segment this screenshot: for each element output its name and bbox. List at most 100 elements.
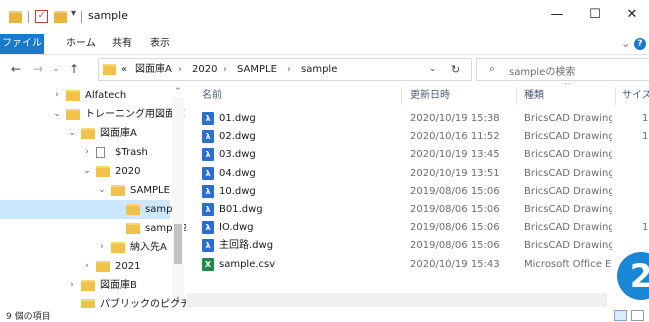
- expand-ribbon-icon[interactable]: ⌄: [621, 37, 630, 50]
- tree-item[interactable]: › 図面庫B: [0, 276, 170, 295]
- breadcrumb-item[interactable]: 2020: [192, 59, 217, 80]
- chevron-right-icon[interactable]: ›: [82, 257, 92, 276]
- details-view-icon[interactable]: [614, 310, 627, 321]
- excel-csv-icon: X: [202, 257, 214, 271]
- file-name: B01.dwg: [219, 204, 263, 215]
- search-icon: ⌕: [489, 62, 496, 75]
- tree-item-label: $Trash: [115, 147, 148, 158]
- tab-share[interactable]: 共有: [112, 34, 132, 54]
- file-row[interactable]: λ B01.dwg 2019/08/06 15:06 BricsCAD Drawing…: [187, 201, 649, 219]
- file-size: 1: [642, 222, 649, 234]
- folder-icon: [81, 128, 95, 139]
- large-icons-view-icon[interactable]: [631, 310, 644, 321]
- tab-view[interactable]: 表示: [150, 34, 170, 54]
- file-size: [642, 165, 649, 183]
- file-modified: 2019/08/06 15:06: [410, 185, 500, 197]
- help-icon[interactable]: ?: [634, 38, 646, 50]
- file-name: IO.dwg: [219, 222, 254, 234]
- file-row[interactable]: λ 02.dwg 2020/10/16 11:52 BricsCAD Drawing.…: [187, 128, 649, 146]
- close-button[interactable]: ✕: [613, 0, 649, 30]
- refresh-icon[interactable]: ↻: [451, 59, 460, 80]
- status-bar: 9 個の項目: [0, 308, 649, 322]
- breadcrumb-separator[interactable]: ›: [178, 59, 182, 80]
- chevron-right-icon[interactable]: ›: [82, 143, 92, 162]
- column-divider[interactable]: [516, 87, 517, 105]
- breadcrumb-separator[interactable]: ›: [223, 59, 227, 80]
- up-arrow-icon[interactable]: ↑: [66, 55, 82, 83]
- nav-scrollbar-thumb[interactable]: [174, 224, 182, 264]
- tree-item[interactable]: › $Trash: [0, 143, 170, 162]
- folder-icon: [126, 204, 140, 215]
- breadcrumb-overflow[interactable]: «: [121, 59, 127, 80]
- scroll-left-icon[interactable]: ‹: [176, 294, 180, 304]
- chevron-down-icon[interactable]: ⌄: [82, 162, 92, 181]
- breadcrumb-item[interactable]: sample: [301, 59, 337, 80]
- breadcrumb-separator[interactable]: ›: [287, 59, 291, 80]
- chevron-down-icon[interactable]: ⌄: [67, 124, 77, 143]
- bricscad-drawing-icon: λ: [202, 166, 214, 180]
- file-row[interactable]: λ 01.dwg 2020/10/19 15:38 BricsCAD Drawing.…: [187, 110, 649, 128]
- ribbon: ファイル ホーム 共有 表示 ⌄ ?: [0, 34, 649, 55]
- minimize-button[interactable]: —: [538, 0, 576, 30]
- column-header-type[interactable]: 種類: [524, 83, 544, 109]
- folder-icon: [103, 64, 116, 75]
- tree-item-label: 納入先A: [130, 242, 167, 253]
- back-arrow-icon[interactable]: ←: [8, 55, 24, 83]
- chevron-right-icon[interactable]: ›: [67, 276, 77, 295]
- breadcrumb-item[interactable]: SAMPLE: [237, 59, 277, 80]
- address-dropdown-icon[interactable]: ⌄: [429, 59, 437, 80]
- file-row[interactable]: Xsample.csv 2020/10/19 15:43 Microsoft Off…: [187, 256, 649, 274]
- breadcrumb-item[interactable]: 図面庫A: [135, 59, 172, 80]
- chevron-down-icon[interactable]: ⌄: [52, 105, 62, 124]
- file-list-hscrollbar[interactable]: [187, 293, 607, 307]
- recent-locations-icon[interactable]: ⌄: [51, 55, 61, 83]
- window-title: sample: [88, 9, 128, 22]
- nav-scrollbar[interactable]: [172, 97, 184, 297]
- file-type: BricsCAD Drawing...: [524, 131, 612, 143]
- chevron-down-icon[interactable]: ⌄: [97, 181, 107, 200]
- chevron-right-icon[interactable]: ›: [52, 86, 62, 105]
- properties-check-icon[interactable]: ✓: [35, 10, 48, 23]
- column-header-modified[interactable]: 更新日時: [410, 83, 450, 109]
- file-modified: 2020/10/19 15:43: [410, 258, 500, 270]
- file-modified: 2019/08/06 15:06: [410, 240, 500, 252]
- tree-item[interactable]: ⌄ SAMPLE: [0, 181, 170, 200]
- tree-item[interactable]: › 2021: [0, 257, 170, 276]
- bricscad-drawing-icon: λ: [202, 203, 214, 216]
- tree-item[interactable]: ⌄ 図面庫A: [0, 124, 170, 143]
- tree-item[interactable]: ⌄ 2020: [0, 162, 170, 181]
- column-header-size[interactable]: サイズ: [622, 83, 649, 109]
- file-row[interactable]: λ 03.dwg 2020/10/19 13:45 BricsCAD Drawing.…: [187, 146, 649, 164]
- tab-home[interactable]: ホーム: [66, 34, 96, 54]
- file-type: BricsCAD Drawing...: [524, 167, 612, 179]
- tree-item[interactable]: › Alfatech: [0, 86, 170, 105]
- folder-icon: [66, 109, 80, 120]
- file-size: [642, 146, 649, 164]
- file-type: BricsCAD Drawing...: [524, 204, 612, 215]
- tree-item[interactable]: ⌄ トレーニング用図面庫: [0, 105, 185, 124]
- maximize-button[interactable]: ☐: [576, 0, 614, 30]
- tab-file[interactable]: ファイル: [0, 34, 44, 54]
- tree-item-label: 2021: [115, 261, 141, 272]
- file-row[interactable]: λ 04.dwg 2020/10/19 13:51 BricsCAD Drawing.…: [187, 165, 649, 183]
- file-row[interactable]: λ IO.dwg 2019/08/06 15:06 BricsCAD Drawing.…: [187, 219, 649, 237]
- new-folder-icon[interactable]: [54, 11, 67, 23]
- scroll-up-icon[interactable]: ⌃: [174, 87, 182, 97]
- file-name: sample.csv: [219, 258, 276, 270]
- forward-arrow-icon[interactable]: →: [30, 55, 46, 83]
- column-divider[interactable]: [615, 87, 616, 105]
- address-bar[interactable]: « 図面庫A › 2020 › SAMPLE › sample ⌄ ↻: [98, 58, 472, 81]
- column-divider[interactable]: [401, 87, 402, 105]
- column-header-name[interactable]: 名前: [202, 83, 222, 109]
- tree-item[interactable]: sample: [0, 200, 181, 219]
- chevron-right-icon[interactable]: ›: [97, 238, 107, 257]
- search-box[interactable]: ⌕ sampleの検索: [476, 58, 649, 81]
- file-row[interactable]: λ 主回路.dwg 2019/08/06 15:06 BricsCAD Drawing…: [187, 237, 649, 255]
- file-type: BricsCAD Drawing...: [524, 222, 612, 234]
- tree-item[interactable]: › 納入先A: [0, 238, 170, 257]
- search-input[interactable]: sampleの検索: [509, 63, 575, 78]
- file-row[interactable]: λ 10.dwg 2019/08/06 15:06 BricsCAD Drawing.…: [187, 183, 649, 201]
- file-modified: 2020/10/19 15:38: [410, 113, 500, 124]
- tree-item[interactable]: sample2: [0, 219, 186, 238]
- quick-access-dropdown-icon[interactable]: ▾: [71, 8, 76, 19]
